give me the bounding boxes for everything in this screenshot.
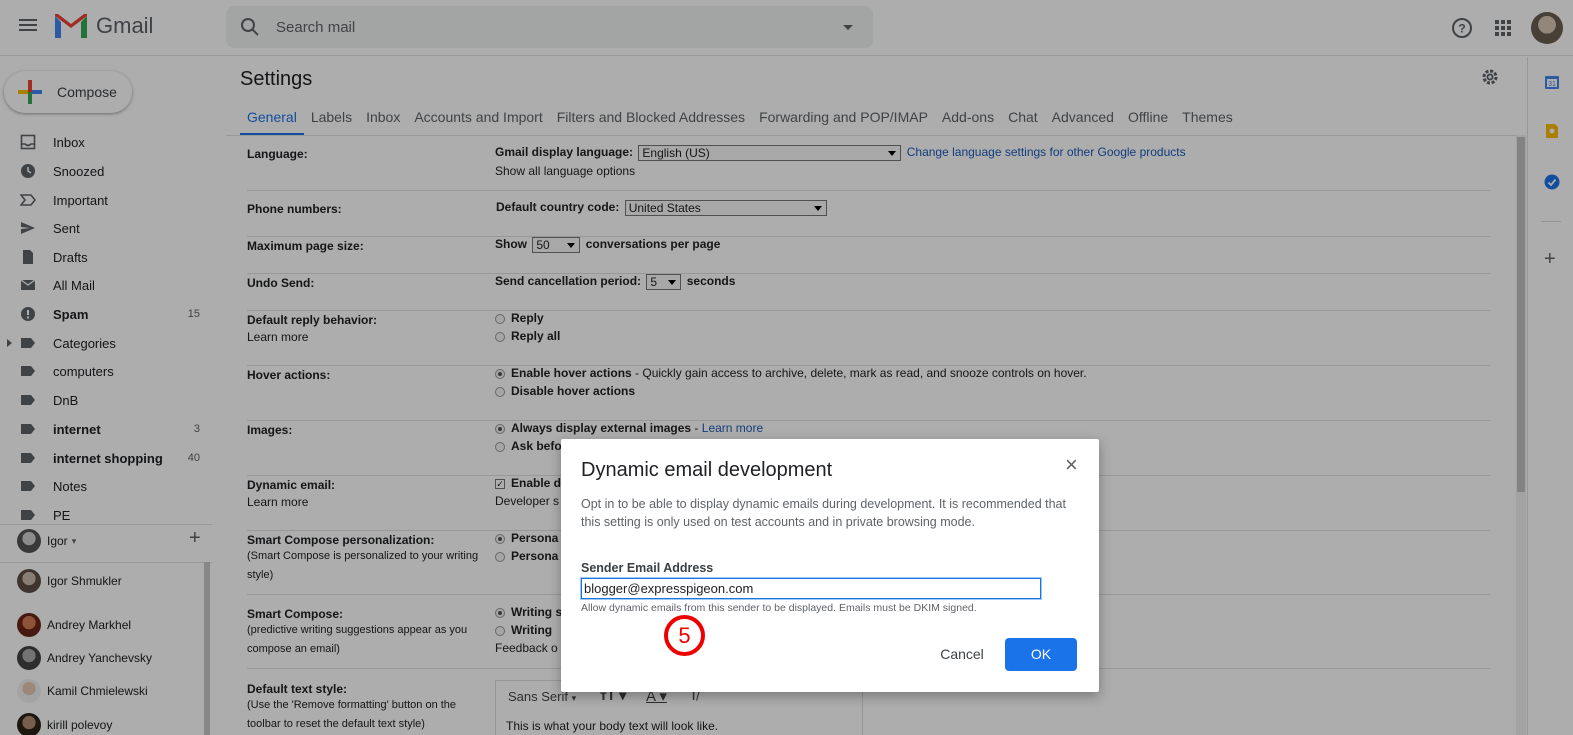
dialog-title: Dynamic email development bbox=[581, 459, 833, 481]
close-icon[interactable]: × bbox=[1065, 454, 1078, 476]
ok-button[interactable]: OK bbox=[1005, 638, 1077, 671]
dynamic-email-dialog: Dynamic email development × Opt in to be… bbox=[561, 439, 1099, 692]
sender-email-input[interactable] bbox=[580, 577, 1042, 600]
dialog-description: Opt in to be able to display dynamic ema… bbox=[581, 497, 1066, 529]
sender-email-help: Allow dynamic emails from this sender to… bbox=[581, 602, 977, 614]
cancel-button[interactable]: Cancel bbox=[929, 638, 995, 671]
step-number-badge: 5 bbox=[664, 615, 705, 656]
sender-email-label: Sender Email Address bbox=[581, 561, 714, 575]
